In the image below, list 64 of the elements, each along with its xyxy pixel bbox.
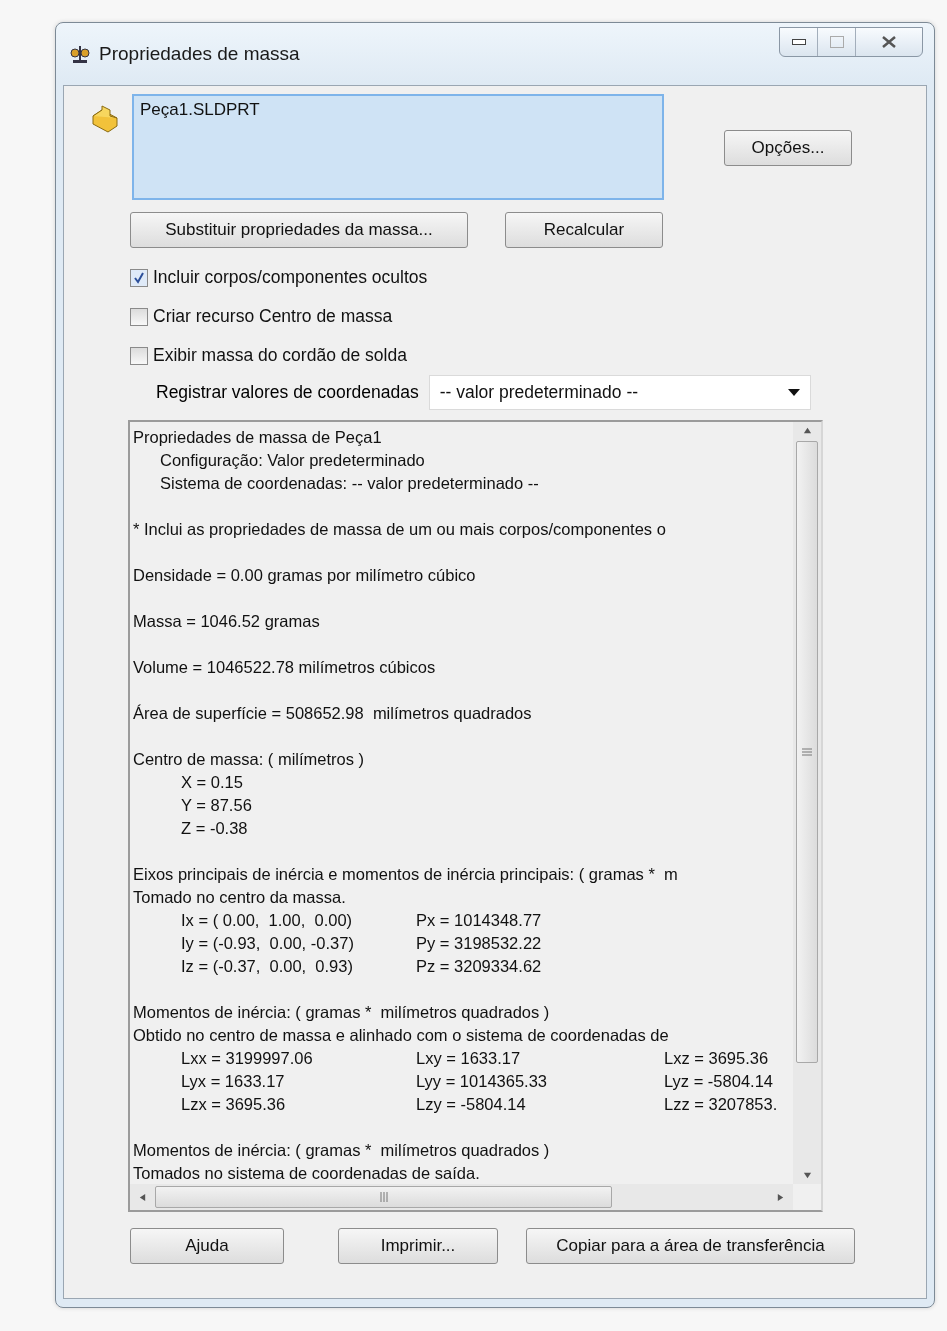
report-value: Lyz = -5804.14: [664, 1071, 774, 1092]
recalculate-button[interactable]: Recalcular: [505, 212, 663, 248]
report-line: Tomado no centro da massa.: [133, 887, 347, 908]
minimize-icon: [791, 39, 806, 45]
override-button[interactable]: Substituir propriedades da massa...: [130, 212, 468, 248]
scroll-thumb[interactable]: [796, 441, 818, 1063]
report-line: Sistema de coordenadas: -- valor predeterminado --: [159, 473, 540, 494]
checkbox[interactable]: [130, 346, 148, 365]
report-line: Configuração: Valor predeterminado: [159, 450, 426, 471]
report-value: Lxy = 1633.17: [416, 1048, 522, 1069]
horizontal-scrollbar[interactable]: [130, 1184, 793, 1210]
report-value: Iy = (-0.93, 0.00, -0.37): [181, 933, 355, 954]
checkbox-label: Incluir corpos/componentes ocultos: [153, 267, 428, 288]
report-line: X = 0.15: [180, 772, 244, 793]
report-line: Momentos de inércia: ( gramas * milímetros quadrados ): [133, 1140, 551, 1161]
maximize-icon: [829, 36, 844, 48]
coordinates-label: Registrar valores de coordenadas: [156, 382, 419, 403]
report-value: Px = 1014348.77: [416, 910, 543, 931]
report-value: Lyy = 1014365.33: [416, 1071, 549, 1092]
window-title: Propriedades de massa: [99, 43, 300, 65]
help-button[interactable]: Ajuda: [130, 1228, 284, 1264]
report-value: Lzz = 3207853.: [664, 1094, 779, 1115]
checkbox[interactable]: [130, 307, 148, 326]
copy-button[interactable]: Copiar para a área de transferência: [526, 1228, 855, 1264]
scroll-left-icon[interactable]: [138, 1192, 147, 1202]
part-icon: [90, 104, 120, 134]
scroll-up-icon[interactable]: [802, 426, 812, 435]
scroll-thumb[interactable]: [155, 1186, 612, 1208]
report-value: Lzy = -5804.14: [416, 1094, 527, 1115]
coordinates-dropdown[interactable]: -- valor predeterminado --: [428, 375, 811, 410]
report-line: Volume = 1046522.78 milímetros cúbicos: [133, 657, 437, 678]
scroll-down-icon[interactable]: [802, 1171, 812, 1180]
report-line: Centro de massa: ( milímetros ): [133, 749, 366, 770]
report-line: Z = -0.38: [180, 818, 249, 839]
checkbox-label: Exibir massa do cordão de solda: [153, 345, 407, 366]
balance-scale-icon: [69, 43, 91, 65]
report-line: Tomados no sistema de coordenadas de saída.: [133, 1163, 481, 1184]
report-value: Lxx = 3199997.06: [181, 1048, 314, 1069]
report-line: Eixos principais de inércia e momentos de inércia principais: ( gramas * m: [133, 864, 679, 885]
report-line: Propriedades de massa de Peça1: [133, 427, 383, 448]
report-line: Y = 87.56: [180, 795, 253, 816]
close-icon: [881, 35, 897, 49]
report-value: Ix = ( 0.00, 1.00, 0.00): [181, 910, 354, 931]
report-line: Massa = 1046.52 gramas: [133, 611, 321, 632]
report-value: Iz = (-0.37, 0.00, 0.93): [181, 956, 354, 977]
print-button[interactable]: Imprimir...: [338, 1228, 498, 1264]
report-value: Lzx = 3695.36: [181, 1094, 287, 1115]
selection-list[interactable]: Peça1.SLDPRT: [132, 94, 664, 200]
report-value: Pz = 3209334.62: [416, 956, 543, 977]
report-line: Obtido no centro de massa e alinhado com o sistema de coordenadas de: [133, 1025, 670, 1046]
vertical-scrollbar[interactable]: [793, 422, 821, 1184]
checkbox[interactable]: [130, 268, 148, 287]
report-line: * Inclui as propriedades de massa de um ou mais corpos/componentes o: [133, 519, 667, 540]
report-value: Lyx = 1633.17: [181, 1071, 286, 1092]
report-value: Lxz = 3695.36: [664, 1048, 770, 1069]
report-line: Momentos de inércia: ( gramas * milímetros quadrados ): [133, 1002, 551, 1023]
report-line: Densidade = 0.00 gramas por milímetro cúbico: [133, 565, 477, 586]
dropdown-caret-icon: [787, 388, 800, 397]
scroll-right-icon[interactable]: [776, 1192, 785, 1202]
checkbox-label: Criar recurso Centro de massa: [153, 306, 393, 327]
report-value: Py = 3198532.22: [416, 933, 543, 954]
options-button[interactable]: Opções...: [724, 130, 852, 166]
list-item[interactable]: Peça1.SLDPRT: [140, 100, 656, 120]
report-line: Área de superfície = 508652.98 milímetros quadrados: [133, 703, 533, 724]
